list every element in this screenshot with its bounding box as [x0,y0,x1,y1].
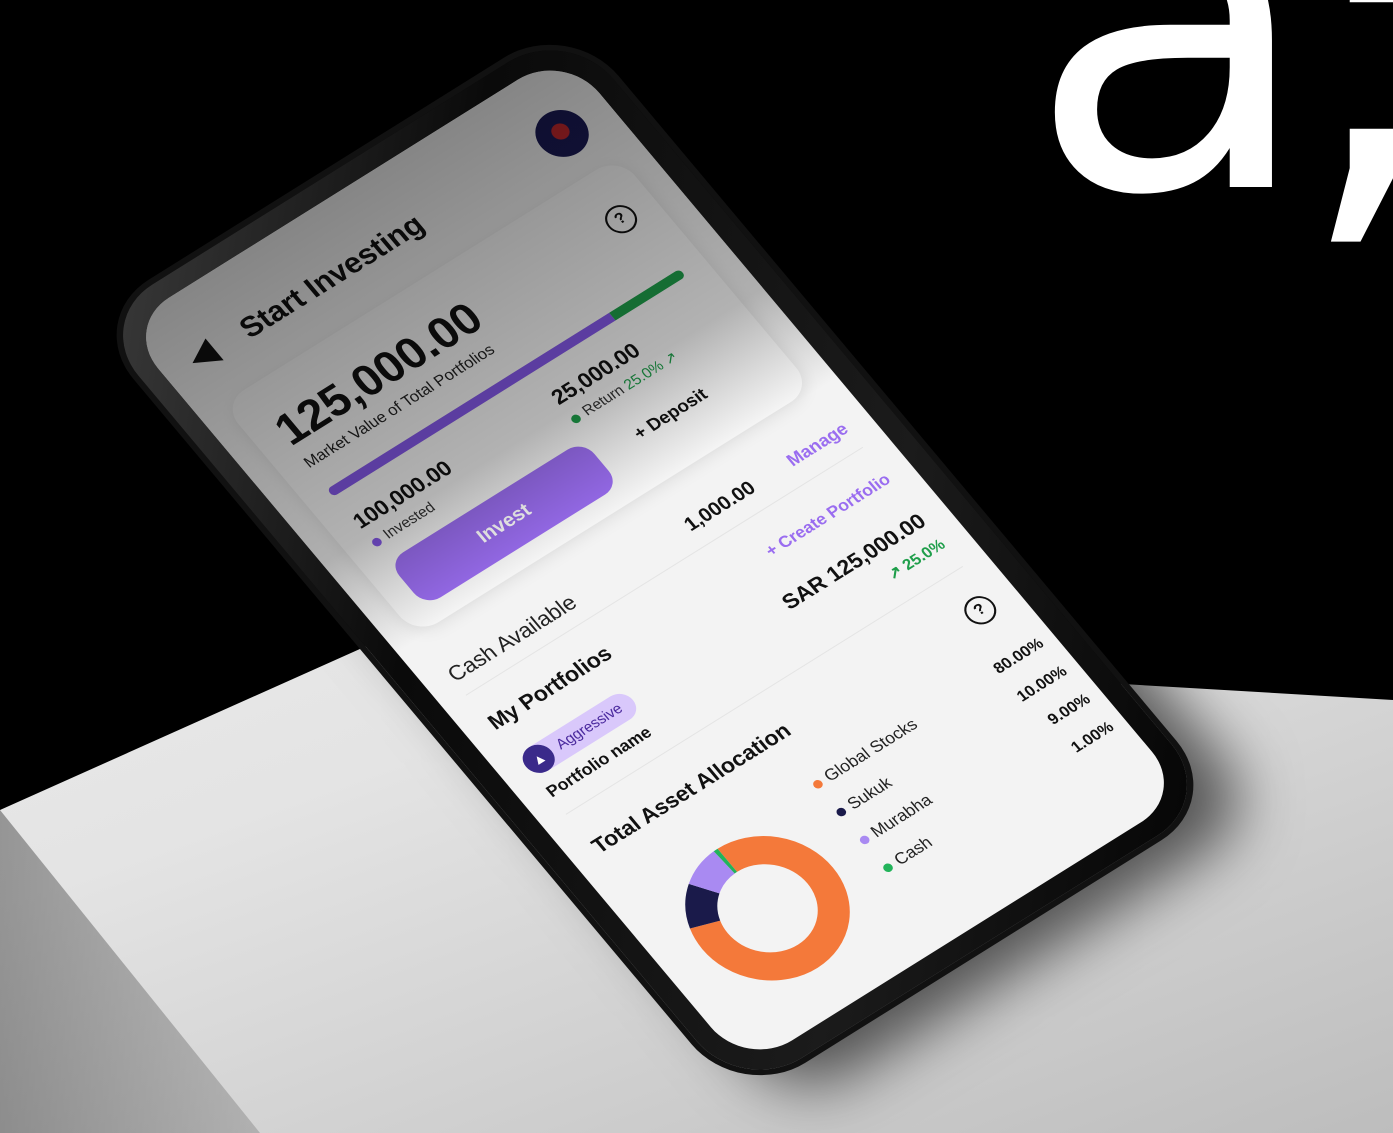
return-segment [608,268,686,321]
back-arrow-icon[interactable] [183,338,224,374]
legend-dot [857,834,872,846]
allocation-legend: Global Stocks 80.00% Sukuk 10.00% Murabha 9.0… [803,631,1125,885]
legend-dot [811,778,825,791]
background-glyph: a; [1026,0,1393,298]
manage-link[interactable]: Manage [782,419,852,471]
allocation-help-icon[interactable]: ? [957,590,1003,630]
avatar[interactable] [524,100,600,167]
help-icon[interactable]: ? [598,199,644,239]
rocket-icon: ▲ [516,739,562,779]
legend-dot [881,861,895,874]
invested-dot [369,535,384,548]
legend-dot [834,806,849,818]
deposit-button[interactable]: + Deposit [629,384,712,443]
return-dot [568,412,583,425]
cash-available-value: 1,000.00 [679,477,761,536]
